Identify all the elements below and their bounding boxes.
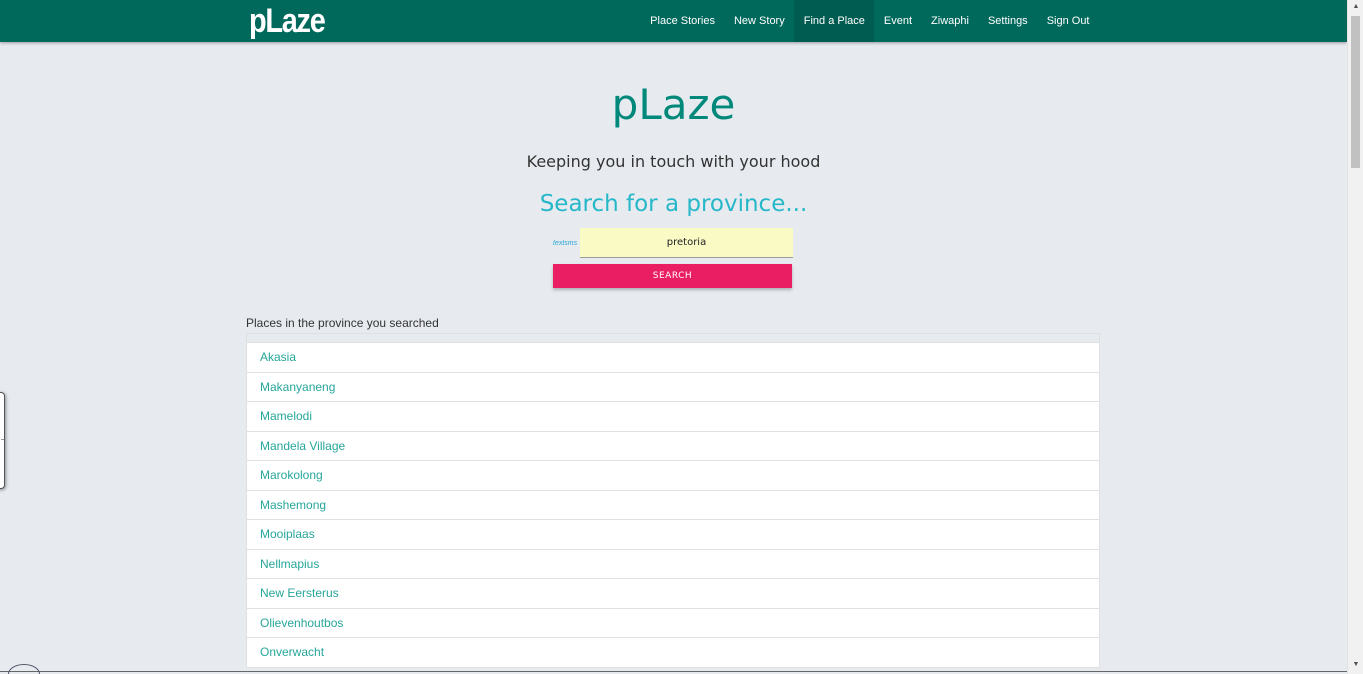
brand-logo[interactable]: pLaze: [249, 2, 326, 40]
results-heading: Places in the province you searched: [246, 316, 439, 330]
results-list-header: [247, 334, 1099, 343]
results-list: Akasia Makanyaneng Mamelodi Mandela Vill…: [246, 333, 1100, 668]
nav-links: Place Stories New Story Find a Place Eve…: [641, 0, 1099, 42]
scroll-down-arrow-icon[interactable]: ▼: [1348, 658, 1363, 672]
bottom-bubble-icon[interactable]: [8, 664, 40, 674]
place-item-olievenhoutbos[interactable]: Olievenhoutbos: [247, 608, 1099, 638]
nav-link-sign-out[interactable]: Sign Out: [1037, 0, 1099, 42]
place-item-mamelodi[interactable]: Mamelodi: [247, 402, 1099, 432]
vertical-scrollbar[interactable]: ▲ ▼: [1347, 0, 1363, 674]
scrollbar-thumb[interactable]: [1351, 16, 1360, 168]
place-item-onverwacht[interactable]: Onverwacht: [247, 638, 1099, 668]
place-item-marokolong[interactable]: Marokolong: [247, 461, 1099, 491]
page: pLaze Place Stories New Story Find a Pla…: [0, 0, 1363, 674]
place-item-mooiplaas[interactable]: Mooiplaas: [247, 520, 1099, 550]
scroll-up-arrow-icon[interactable]: ▲: [1348, 0, 1363, 14]
search-field-label: textsms: [553, 240, 578, 247]
navbar: pLaze Place Stories New Story Find a Pla…: [0, 0, 1347, 42]
place-item-makanyaneng[interactable]: Makanyaneng: [247, 372, 1099, 402]
nav-link-settings[interactable]: Settings: [978, 0, 1037, 42]
place-item-new-eersterus[interactable]: New Eersterus: [247, 579, 1099, 609]
place-item-mandela-village[interactable]: Mandela Village: [247, 431, 1099, 461]
place-item-mashemong[interactable]: Mashemong: [247, 490, 1099, 520]
nav-link-find-a-place[interactable]: Find a Place: [794, 0, 875, 42]
place-item-akasia[interactable]: Akasia: [247, 343, 1099, 373]
province-search-input[interactable]: [580, 228, 793, 258]
nav-link-ziwaphi[interactable]: Ziwaphi: [922, 0, 979, 42]
search-heading: Search for a province...: [539, 191, 808, 217]
place-item-nellmapius[interactable]: Nellmapius: [247, 549, 1099, 579]
bottom-divider: [0, 671, 1347, 672]
nav-link-place-stories[interactable]: Place Stories: [641, 0, 725, 42]
nav-link-new-story[interactable]: New Story: [724, 0, 794, 42]
tagline: Keeping you in touch with your hood: [526, 152, 821, 171]
search-button[interactable]: SEARCH: [553, 264, 792, 288]
nav-link-event[interactable]: Event: [874, 0, 921, 42]
floating-side-tab[interactable]: [0, 392, 5, 489]
page-title: pLaze: [611, 80, 736, 129]
